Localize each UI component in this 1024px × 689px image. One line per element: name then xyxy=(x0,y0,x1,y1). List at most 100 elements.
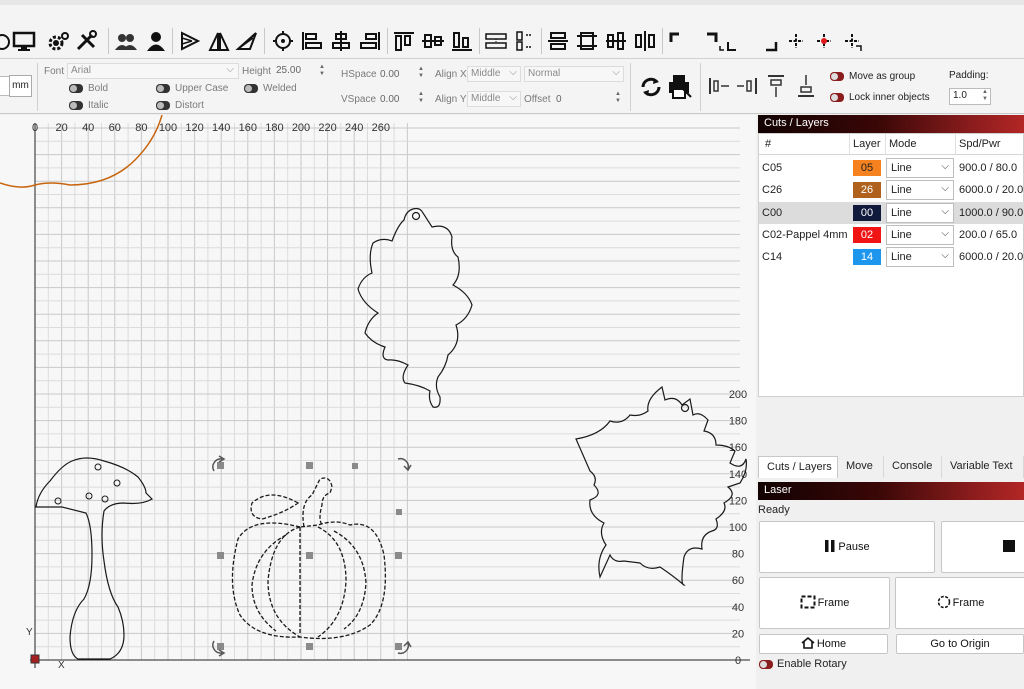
font-select[interactable]: Arial ⌵ xyxy=(67,63,239,79)
align-right-icon[interactable] xyxy=(358,28,382,54)
move-bottom-right-icon[interactable] xyxy=(758,28,782,54)
offset-spinner-icon[interactable]: ▲ ▼ xyxy=(613,91,623,107)
mirror-icon[interactable] xyxy=(235,28,259,54)
align-vcenter-icon[interactable] xyxy=(421,28,445,54)
space-v-icon[interactable] xyxy=(575,28,599,54)
bold-toggle[interactable] xyxy=(69,84,83,93)
align-x-select[interactable]: Middle ⌵ xyxy=(467,66,521,82)
layer-color-swatch[interactable]: 14 xyxy=(853,249,881,266)
tab-console[interactable]: Console xyxy=(884,456,942,478)
selection-center-handle[interactable] xyxy=(352,463,358,469)
refresh-icon[interactable] xyxy=(638,74,664,100)
tab-cuts-layers[interactable]: Cuts / Layers xyxy=(758,456,838,478)
go-to-origin-button[interactable]: Go to Origin xyxy=(896,634,1024,654)
same-width-icon[interactable] xyxy=(604,28,628,54)
welded-toggle[interactable] xyxy=(244,84,258,93)
design-canvas[interactable]: 0 20 40 60 80 100 120 140 160 180 200 220 240 260 200 1… xyxy=(0,115,756,689)
layer-color-swatch[interactable]: 02 xyxy=(853,226,881,243)
tab-variable-text[interactable]: Variable Text xyxy=(942,456,1024,478)
selection-handle[interactable] xyxy=(217,643,224,650)
printer-icon[interactable] xyxy=(666,72,694,100)
hspace-input[interactable]: 0.00 xyxy=(380,69,399,80)
mode-select[interactable]: Line ⌵ xyxy=(886,224,954,245)
height-spinner-icon[interactable]: ▲ ▼ xyxy=(317,64,327,80)
distribute-v-icon[interactable] xyxy=(512,28,536,54)
selection-handles[interactable] xyxy=(212,455,412,657)
dock-bottom-icon[interactable] xyxy=(794,73,818,99)
column-divider xyxy=(955,134,956,154)
maple-leaf-shape[interactable] xyxy=(575,385,747,586)
home-icon xyxy=(801,636,815,652)
space-h-icon[interactable] xyxy=(546,28,570,54)
tools-icon[interactable] xyxy=(75,28,99,54)
move-laser-center-icon[interactable] xyxy=(812,28,836,54)
selection-handle[interactable] xyxy=(306,462,313,469)
text-style-select[interactable]: Normal ⌵ xyxy=(524,66,624,82)
hspace-spinner-icon[interactable]: ▲ ▼ xyxy=(416,66,426,82)
move-as-group-toggle[interactable] xyxy=(830,72,844,81)
device-settings-icon[interactable] xyxy=(12,28,36,54)
table-row[interactable]: C05 05 Line ⌵ 900.0 / 80.0 xyxy=(759,157,1024,179)
move-laser-corner-icon[interactable] xyxy=(840,28,864,54)
align-center-icon[interactable] xyxy=(271,28,295,54)
table-row[interactable]: C02-Pappel 4mm 02 Line ⌵ 200.0 / 65.0 xyxy=(759,224,1024,246)
frame-button[interactable]: Frame xyxy=(759,577,890,629)
selection-handle[interactable] xyxy=(306,643,313,650)
align-top-icon[interactable] xyxy=(392,28,416,54)
italic-toggle[interactable] xyxy=(69,101,83,110)
dock-right-icon[interactable] xyxy=(735,75,759,97)
enable-rotary-toggle[interactable] xyxy=(759,660,773,669)
cut-name: C26 xyxy=(762,184,783,197)
vspace-input[interactable]: 0.00 xyxy=(380,94,399,105)
move-top-left-icon[interactable] xyxy=(667,28,691,54)
selection-handle[interactable] xyxy=(306,552,313,559)
pause-button[interactable]: Pause xyxy=(759,521,935,573)
table-row[interactable]: C14 14 Line ⌵ 6000.0 / 20.0 xyxy=(759,246,1024,268)
selection-handle[interactable] xyxy=(217,552,224,559)
same-height-icon[interactable] xyxy=(633,28,657,54)
flip-horizontal-icon[interactable] xyxy=(178,28,202,54)
orange-arc-shape[interactable] xyxy=(0,115,163,188)
lock-inner-toggle[interactable] xyxy=(830,93,844,102)
layer-color-swatch[interactable]: 00 xyxy=(853,204,881,221)
mode-select[interactable]: Line ⌵ xyxy=(886,247,954,268)
offset-input[interactable]: 0 xyxy=(556,94,562,105)
main-toolbar xyxy=(0,0,1024,58)
layer-color-swatch[interactable]: 26 xyxy=(853,182,881,199)
align-bottom-icon[interactable] xyxy=(450,28,474,54)
padding-spinner-icon[interactable]: ▲ ▼ xyxy=(980,89,990,105)
move-center-icon[interactable] xyxy=(784,28,808,54)
group-icon[interactable] xyxy=(114,28,138,54)
align-hcenter-icon[interactable] xyxy=(329,28,353,54)
mushroom-shape[interactable] xyxy=(35,457,153,660)
distort-toggle[interactable] xyxy=(156,101,170,110)
dock-top-icon[interactable] xyxy=(764,73,788,99)
oak-leaf-shape[interactable] xyxy=(357,207,473,408)
stop-button[interactable] xyxy=(941,521,1024,573)
selection-skew-handle[interactable] xyxy=(396,509,402,515)
table-row[interactable]: C26 26 Line ⌵ 6000.0 / 20.0 xyxy=(759,179,1024,201)
mode-select[interactable]: Line ⌵ xyxy=(886,180,954,201)
layer-color-swatch[interactable]: 05 xyxy=(853,160,881,176)
dock-left-icon[interactable] xyxy=(707,75,731,97)
frame-circle-button[interactable]: Frame xyxy=(895,577,1024,629)
mode-select[interactable]: Line ⌵ xyxy=(886,158,954,178)
selection-handle[interactable] xyxy=(395,643,402,650)
selection-handle[interactable] xyxy=(217,462,224,469)
selection-handle[interactable] xyxy=(395,552,402,559)
move-bottom-left-icon[interactable] xyxy=(722,28,746,54)
table-row[interactable]: C00 00 Line ⌵ 1000.0 / 90.0 xyxy=(759,201,1024,224)
align-left-icon[interactable] xyxy=(300,28,324,54)
rotate-handle-icon[interactable] xyxy=(397,457,412,472)
tab-move[interactable]: Move xyxy=(838,456,884,478)
flip-vertical-icon[interactable] xyxy=(207,28,231,54)
vspace-spinner-icon[interactable]: ▲ ▼ xyxy=(416,91,426,107)
home-button[interactable]: Home xyxy=(759,634,888,654)
unit-toggle[interactable]: mm xyxy=(9,75,32,97)
align-y-select[interactable]: Middle ⌵ xyxy=(467,91,521,107)
ungroup-icon[interactable] xyxy=(144,28,168,54)
gear-icon[interactable] xyxy=(46,28,70,54)
uppercase-toggle[interactable] xyxy=(156,84,170,93)
mode-select[interactable]: Line ⌵ xyxy=(886,202,954,223)
distribute-h-icon[interactable] xyxy=(484,28,508,54)
